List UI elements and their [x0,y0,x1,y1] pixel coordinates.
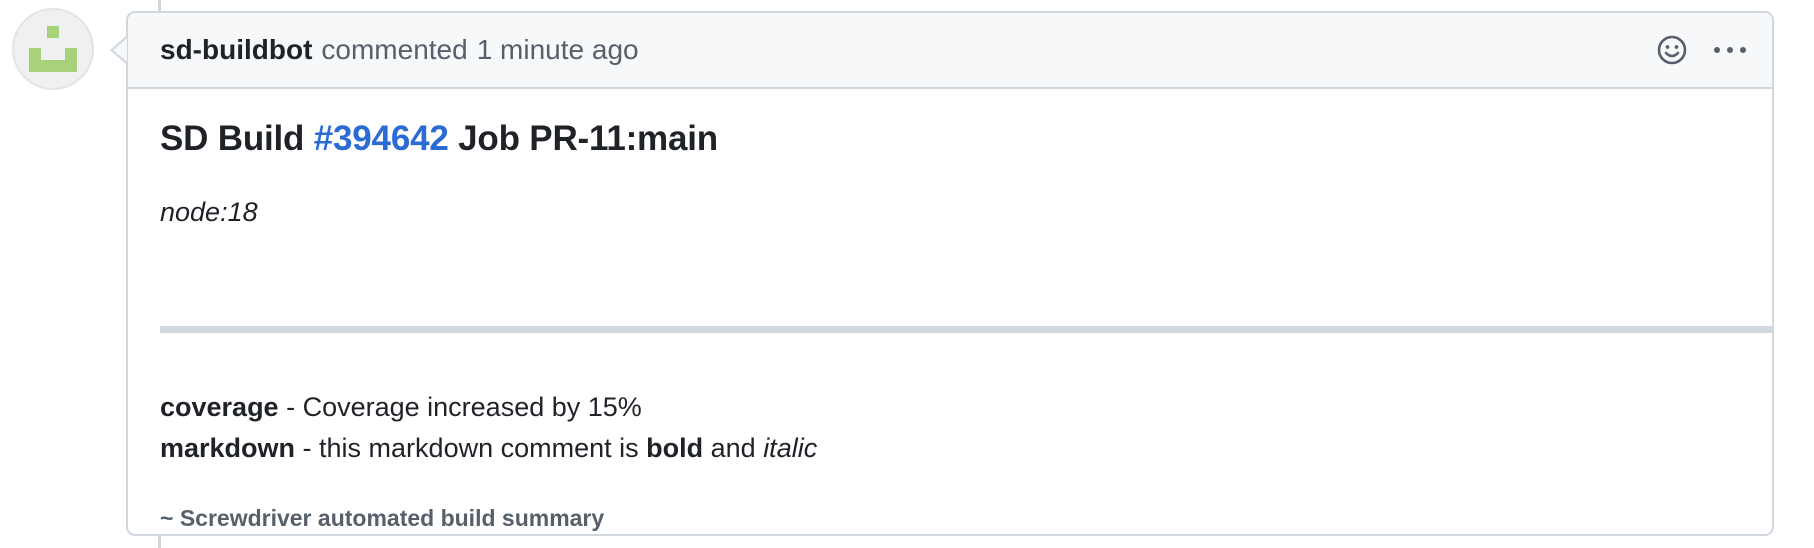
status-name: coverage [160,392,279,422]
build-job-label: Job PR-11:main [458,119,718,158]
status-separator: - [295,433,320,463]
build-title-prefix: SD Build [160,119,305,158]
node-version: node:18 [160,197,258,227]
comment-header: sd-buildbot commented 1 minute ago [128,13,1772,89]
status-message: this markdown comment is [319,433,647,463]
comment-action-text: commented [321,34,468,65]
identicon-avatar-icon [29,26,77,72]
comment-caret-fill [113,38,127,62]
divider [160,326,1774,333]
status-line-markdown: markdown - this markdown comment is bold… [160,433,817,464]
kebab-horizontal-icon [1714,47,1746,53]
status-message-bold: bold [646,433,704,463]
status-name: markdown [160,433,296,463]
build-number-link[interactable]: #394642 [314,119,449,158]
build-title: SD Build #394642 Job PR-11:main [160,119,718,159]
smiley-icon [1657,35,1687,65]
add-reaction-button[interactable] [1650,28,1694,72]
comment-box: sd-buildbot commented 1 minute ago SD Bu… [126,11,1774,536]
summary-footer: ~ Screwdriver automated build summary [160,505,605,531]
status-message-mid: and [703,433,764,463]
avatar[interactable] [12,8,94,90]
comment-header-actions [1650,13,1754,87]
status-message-italic: italic [763,433,818,463]
more-options-button[interactable] [1706,28,1754,72]
status-message: Coverage increased by 15% [302,392,642,422]
author-link[interactable]: sd-buildbot [160,34,312,66]
status-line-coverage: coverage - Coverage increased by 15% [160,392,642,423]
comment-timestamp[interactable]: 1 minute ago [477,34,639,66]
status-separator: - [278,392,303,422]
